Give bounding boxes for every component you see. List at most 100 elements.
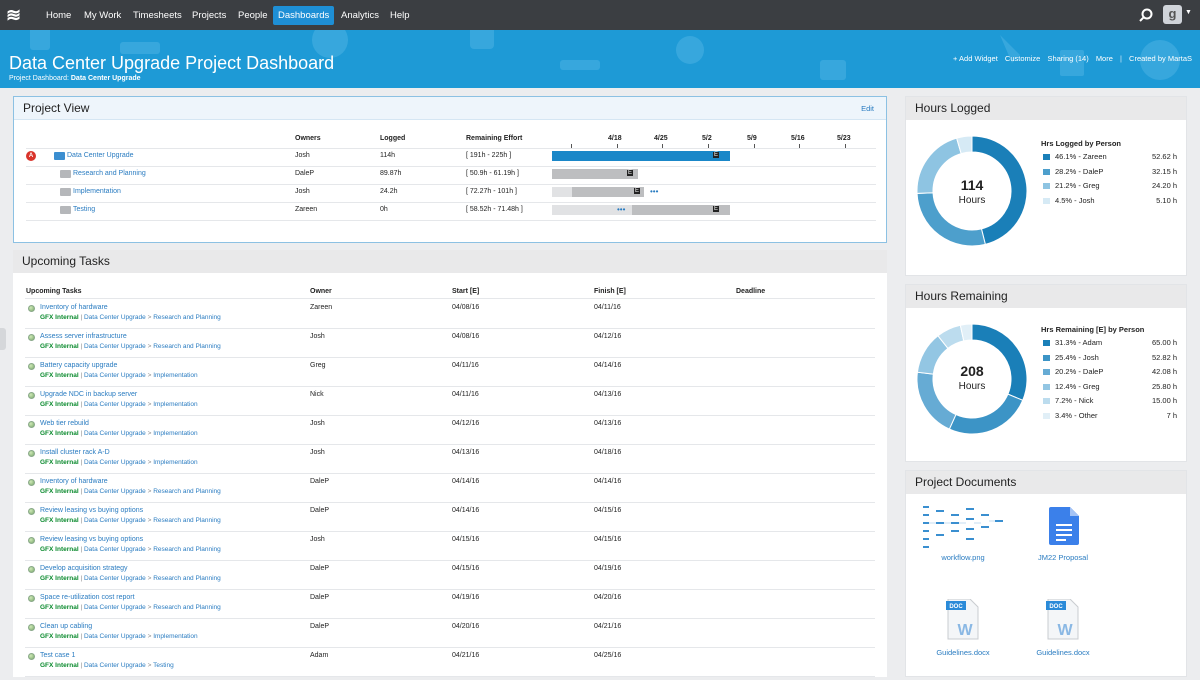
owner: DaleP xyxy=(295,170,315,177)
task-finish: 04/13/16 xyxy=(594,420,622,427)
task-name[interactable]: Inventory of hardware xyxy=(40,478,108,485)
nav-help[interactable]: Help xyxy=(385,6,415,25)
phase-name[interactable]: Research and Planning xyxy=(73,170,146,177)
client-link[interactable]: GFX Internal xyxy=(40,314,79,321)
phase-link[interactable]: Research and Planning xyxy=(153,314,221,321)
client-link[interactable]: GFX Internal xyxy=(40,517,79,524)
project-link[interactable]: Data Center Upgrade xyxy=(84,343,146,350)
created-by[interactable]: Created by MartaS xyxy=(1129,54,1192,63)
table-row: Battery capacity upgrade GFX Internal | D… xyxy=(13,361,887,390)
task-name[interactable]: Upgrade NDC in backup server xyxy=(40,391,137,398)
project-link[interactable]: Data Center Upgrade xyxy=(84,604,146,611)
phase-link[interactable]: Research and Planning xyxy=(153,604,221,611)
word-doc-icon[interactable]: DOC W xyxy=(1046,599,1080,641)
project-link[interactable]: Data Center Upgrade xyxy=(84,662,146,669)
sharing-button[interactable]: Sharing (14) xyxy=(1047,54,1088,63)
client-link[interactable]: GFX Internal xyxy=(40,488,79,495)
separator: | xyxy=(80,633,83,640)
task-name[interactable]: Space re-utilization cost report xyxy=(40,594,135,601)
phase-name[interactable]: Implementation xyxy=(73,188,121,195)
task-name[interactable]: Battery capacity upgrade xyxy=(40,362,117,369)
nav-analytics[interactable]: Analytics xyxy=(336,6,384,25)
search-icon[interactable] xyxy=(1139,8,1153,22)
folder-icon xyxy=(60,170,71,178)
project-link[interactable]: Data Center Upgrade xyxy=(84,372,146,379)
task-name[interactable]: Test case 1 xyxy=(40,652,75,659)
timeline-label: 5/16 xyxy=(791,135,805,142)
workflow-thumbnail-icon[interactable] xyxy=(921,504,1006,552)
nav-home[interactable]: Home xyxy=(41,6,76,25)
task-name[interactable]: Develop acquisition strategy xyxy=(40,565,128,572)
phase-link[interactable]: Research and Planning xyxy=(153,517,221,524)
nav-projects[interactable]: Projects xyxy=(187,6,231,25)
document-name[interactable]: JM22 Proposal xyxy=(1018,553,1108,562)
client-link[interactable]: GFX Internal xyxy=(40,662,79,669)
word-doc-icon[interactable]: DOC W xyxy=(946,599,980,641)
google-doc-icon[interactable] xyxy=(1049,507,1079,545)
add-widget-button[interactable]: + Add Widget xyxy=(953,54,998,63)
task-name[interactable]: Inventory of hardware xyxy=(40,304,108,311)
client-link[interactable]: GFX Internal xyxy=(40,372,79,379)
donut-slice[interactable] xyxy=(948,393,1024,435)
app-logo-icon[interactable]: ≋ xyxy=(6,4,26,26)
sidebar-toggle-handle[interactable] xyxy=(0,328,6,350)
task-name[interactable]: Install cluster rack A-D xyxy=(40,449,110,456)
project-link[interactable]: Data Center Upgrade xyxy=(84,488,146,495)
chevron-down-icon[interactable]: ▼ xyxy=(1185,9,1192,16)
document-name[interactable]: workflow.png xyxy=(918,553,1008,562)
phase-link[interactable]: Research and Planning xyxy=(153,343,221,350)
phase-name[interactable]: Testing xyxy=(73,206,95,213)
project-name[interactable]: Data Center Upgrade xyxy=(67,152,134,159)
col-deadline: Deadline xyxy=(736,288,766,295)
client-link[interactable]: GFX Internal xyxy=(40,401,79,408)
gantt-bar[interactable] xyxy=(552,169,638,179)
task-name[interactable]: Clean up cabling xyxy=(40,623,92,630)
phase-link[interactable]: Research and Planning xyxy=(153,546,221,553)
nav-my-work[interactable]: My Work xyxy=(79,6,126,25)
client-link[interactable]: GFX Internal xyxy=(40,633,79,640)
client-link[interactable]: GFX Internal xyxy=(40,546,79,553)
task-name[interactable]: Review leasing vs buying options xyxy=(40,536,143,543)
edit-link[interactable]: Edit xyxy=(861,104,874,113)
separator: | xyxy=(80,314,83,321)
project-link[interactable]: Data Center Upgrade xyxy=(84,401,146,408)
phase-link[interactable]: Implementation xyxy=(153,372,197,379)
phase-link[interactable]: Implementation xyxy=(153,633,197,640)
more-button[interactable]: More xyxy=(1096,54,1113,63)
nav-people[interactable]: People xyxy=(233,6,273,25)
estimate-marker: E xyxy=(713,206,720,212)
hours-remaining-donut-chart xyxy=(916,323,1028,435)
gantt-bar[interactable] xyxy=(552,187,572,197)
project-link[interactable]: Data Center Upgrade xyxy=(84,546,146,553)
project-link[interactable]: Data Center Upgrade xyxy=(84,459,146,466)
phase-link[interactable]: Implementation xyxy=(153,401,197,408)
avatar[interactable]: g xyxy=(1163,5,1182,24)
client-link[interactable]: GFX Internal xyxy=(40,575,79,582)
estimate-marker: E xyxy=(627,170,634,176)
document-name[interactable]: Guidelines.docx xyxy=(1018,648,1108,657)
task-name[interactable]: Review leasing vs buying options xyxy=(40,507,143,514)
customize-button[interactable]: Customize xyxy=(1005,54,1040,63)
project-link[interactable]: Data Center Upgrade xyxy=(84,633,146,640)
donut-center-label: Hours xyxy=(958,195,986,206)
phase-link[interactable]: Research and Planning xyxy=(153,575,221,582)
phase-link[interactable]: Implementation xyxy=(153,430,197,437)
task-name[interactable]: Assess server infrastructure xyxy=(40,333,127,340)
task-name[interactable]: Web tier rebuild xyxy=(40,420,89,427)
project-link[interactable]: Data Center Upgrade xyxy=(84,575,146,582)
project-link[interactable]: Data Center Upgrade xyxy=(84,430,146,437)
client-link[interactable]: GFX Internal xyxy=(40,430,79,437)
nav-dashboards[interactable]: Dashboards xyxy=(273,6,335,25)
phase-link[interactable]: Testing xyxy=(153,662,174,669)
breadcrumb-current[interactable]: Data Center Upgrade xyxy=(71,75,141,82)
client-link[interactable]: GFX Internal xyxy=(40,459,79,466)
nav-timesheets[interactable]: Timesheets xyxy=(128,6,187,25)
client-link[interactable]: GFX Internal xyxy=(40,604,79,611)
client-link[interactable]: GFX Internal xyxy=(40,343,79,350)
phase-link[interactable]: Research and Planning xyxy=(153,488,221,495)
document-name[interactable]: Guidelines.docx xyxy=(918,648,1008,657)
project-link[interactable]: Data Center Upgrade xyxy=(84,517,146,524)
project-link[interactable]: Data Center Upgrade xyxy=(84,314,146,321)
gantt-bar[interactable] xyxy=(552,151,730,161)
phase-link[interactable]: Implementation xyxy=(153,459,197,466)
